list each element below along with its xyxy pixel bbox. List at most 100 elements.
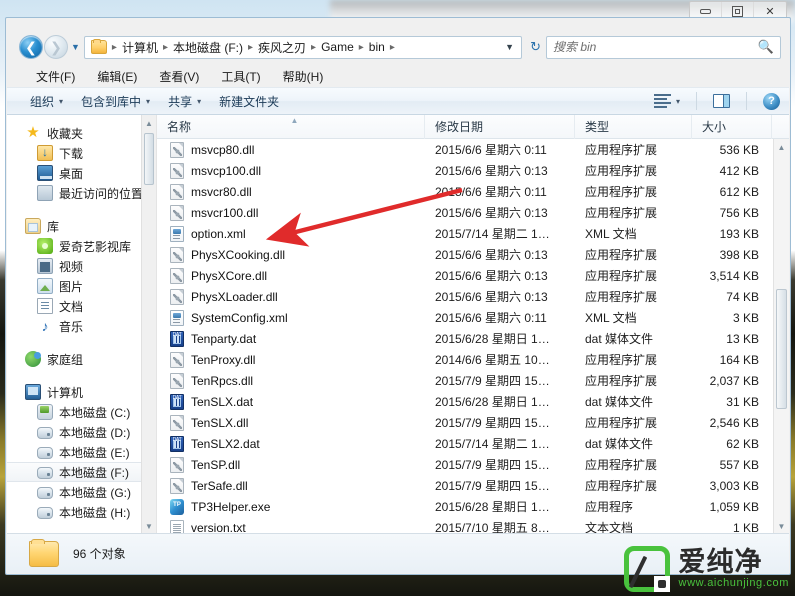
file-name-cell[interactable]: TenSLX.dll: [157, 414, 425, 431]
refresh-icon[interactable]: ↻: [528, 39, 546, 55]
folder-icon: [29, 538, 59, 567]
sidebar-item-favorites[interactable]: ★ 收藏夹: [7, 123, 156, 143]
preview-pane-button[interactable]: [704, 91, 739, 111]
file-name-cell[interactable]: TerSafe.dll: [157, 477, 425, 494]
sidebar-item-music[interactable]: ♪ 音乐: [7, 316, 156, 336]
breadcrumb-item-bin[interactable]: bin: [367, 40, 387, 54]
file-name-cell[interactable]: TP3Helper.exe: [157, 498, 425, 515]
homegroup-icon: [25, 351, 41, 367]
column-header-date[interactable]: 修改日期: [425, 115, 575, 139]
file-name-cell[interactable]: msvcr100.dll: [157, 204, 425, 221]
include-in-library-button[interactable]: 包含到库中 ▾: [72, 90, 159, 113]
table-row[interactable]: TenSLX2.dat 2015/7/14 星期二 1… dat 媒体文件 62 KB: [157, 433, 773, 454]
new-folder-button[interactable]: 新建文件夹: [210, 90, 288, 113]
column-header-type[interactable]: 类型: [575, 115, 692, 139]
sidebar-item-pictures[interactable]: 图片: [7, 276, 156, 296]
sidebar-item-documents[interactable]: 文档: [7, 296, 156, 316]
change-view-button[interactable]: ▾: [645, 91, 689, 111]
table-row[interactable]: TenSLX.dat 2015/6/28 星期日 1… dat 媒体文件 31 KB: [157, 391, 773, 412]
back-button[interactable]: ❮: [19, 35, 43, 59]
sidebar-item-desktop[interactable]: 桌面: [7, 163, 156, 183]
table-row[interactable]: option.xml 2015/7/14 星期二 1… XML 文档 193 KB: [157, 223, 773, 244]
menu-view[interactable]: 查看(V): [148, 66, 210, 87]
table-row[interactable]: PhysXLoader.dll 2015/6/6 星期六 0:13 应用程序扩展 74…: [157, 286, 773, 307]
table-row[interactable]: TenSLX.dll 2015/7/9 星期四 15… 应用程序扩展 2,546 KB: [157, 412, 773, 433]
column-header-size[interactable]: 大小: [692, 115, 772, 139]
table-row[interactable]: TP3Helper.exe 2015/6/28 星期日 1… 应用程序 1,059 K…: [157, 496, 773, 517]
sidebar-item-libraries[interactable]: 库: [7, 216, 156, 236]
search-input[interactable]: [553, 40, 758, 54]
history-dropdown-icon[interactable]: ▼: [71, 42, 80, 52]
file-name-cell[interactable]: TenSLX2.dat: [157, 435, 425, 452]
table-row[interactable]: msvcr100.dll 2015/6/6 星期六 0:13 应用程序扩展 756 K…: [157, 202, 773, 223]
file-name-cell[interactable]: msvcp80.dll: [157, 141, 425, 158]
chevron-down-icon[interactable]: ▼: [505, 42, 518, 52]
sidebar-item-downloads[interactable]: 下载: [7, 143, 156, 163]
search-box[interactable]: 🔍: [546, 35, 781, 59]
scrollbar-thumb[interactable]: [144, 133, 154, 185]
scroll-down-icon[interactable]: ▼: [774, 518, 789, 534]
breadcrumb-item-game[interactable]: Game: [319, 40, 356, 54]
table-row[interactable]: PhysXCooking.dll 2015/6/6 星期六 0:13 应用程序扩展 3…: [157, 244, 773, 265]
table-row[interactable]: TenProxy.dll 2014/6/6 星期五 10… 应用程序扩展 164 KB: [157, 349, 773, 370]
table-row[interactable]: Tenparty.dat 2015/6/28 星期日 1… dat 媒体文件 13 K…: [157, 328, 773, 349]
organize-button[interactable]: 组织 ▾: [21, 90, 72, 113]
file-name-cell[interactable]: PhysXCore.dll: [157, 267, 425, 284]
table-row[interactable]: PhysXCore.dll 2015/6/6 星期六 0:13 应用程序扩展 3,51…: [157, 265, 773, 286]
table-row[interactable]: version.txt 2015/7/10 星期五 8… 文本文档 1 KB: [157, 517, 773, 534]
file-name-cell[interactable]: PhysXCooking.dll: [157, 246, 425, 263]
breadcrumb[interactable]: ▸ 计算机 ▸ 本地磁盘 (F:) ▸ 疾风之刃 ▸ Game ▸ bin ▸ …: [83, 35, 523, 59]
sidebar-item-drive-g[interactable]: 本地磁盘 (G:): [7, 482, 156, 502]
sidebar-item-drive-c[interactable]: 本地磁盘 (C:): [7, 402, 156, 422]
file-name-cell[interactable]: option.xml: [157, 225, 425, 242]
sidebar-item-recent-places[interactable]: 最近访问的位置: [7, 183, 156, 203]
table-row[interactable]: TerSafe.dll 2015/7/9 星期四 15… 应用程序扩展 3,003 K…: [157, 475, 773, 496]
table-row[interactable]: TenRpcs.dll 2015/7/9 星期四 15… 应用程序扩展 2,037 K…: [157, 370, 773, 391]
scrollbar-thumb[interactable]: [776, 289, 787, 409]
forward-button[interactable]: ❯: [44, 35, 68, 59]
file-name-cell[interactable]: SystemConfig.xml: [157, 309, 425, 326]
menu-file[interactable]: 文件(F): [25, 66, 86, 87]
scroll-down-icon[interactable]: ▼: [142, 518, 156, 534]
dll-file-icon: [170, 372, 184, 389]
file-name-cell[interactable]: Tenparty.dat: [157, 330, 425, 347]
navigation-pane-scrollbar[interactable]: ▲ ▼: [141, 115, 156, 534]
column-header-name[interactable]: 名称 ▲: [157, 115, 425, 139]
table-row[interactable]: SystemConfig.xml 2015/6/6 星期六 0:11 XML 文档 3…: [157, 307, 773, 328]
file-name-cell[interactable]: msvcr80.dll: [157, 183, 425, 200]
table-row[interactable]: TenSP.dll 2015/7/9 星期四 15… 应用程序扩展 557 KB: [157, 454, 773, 475]
table-row[interactable]: msvcp80.dll 2015/6/6 星期六 0:11 应用程序扩展 536 KB: [157, 139, 773, 160]
file-name-cell[interactable]: TenSLX.dat: [157, 393, 425, 410]
sidebar-item-homegroup[interactable]: 家庭组: [7, 349, 156, 369]
menu-help[interactable]: 帮助(H): [272, 66, 335, 87]
sidebar-item-videos[interactable]: 视频: [7, 256, 156, 276]
back-arrow-icon: ❮: [25, 39, 37, 55]
sidebar-item-drive-h[interactable]: 本地磁盘 (H:): [7, 502, 156, 522]
breadcrumb-item-computer[interactable]: 计算机: [120, 39, 160, 56]
scroll-up-icon[interactable]: ▲: [774, 139, 789, 155]
help-button[interactable]: ?: [754, 90, 789, 113]
file-name-cell[interactable]: version.txt: [157, 519, 425, 534]
sidebar-item-drive-e[interactable]: 本地磁盘 (E:): [7, 442, 156, 462]
menu-edit[interactable]: 编辑(E): [86, 66, 148, 87]
breadcrumb-item-game-folder[interactable]: 疾风之刃: [256, 39, 308, 56]
file-list-scrollbar[interactable]: ▲ ▼: [773, 139, 789, 534]
sidebar-item-computer[interactable]: 计算机: [7, 382, 156, 402]
file-name-cell[interactable]: PhysXLoader.dll: [157, 288, 425, 305]
file-name-cell[interactable]: msvcp100.dll: [157, 162, 425, 179]
file-name-cell[interactable]: TenRpcs.dll: [157, 372, 425, 389]
breadcrumb-item-drive-f[interactable]: 本地磁盘 (F:): [171, 39, 245, 56]
sidebar-item-drive-d[interactable]: 本地磁盘 (D:): [7, 422, 156, 442]
scroll-up-icon[interactable]: ▲: [142, 115, 156, 131]
file-name-cell[interactable]: TenProxy.dll: [157, 351, 425, 368]
file-name: msvcp100.dll: [191, 163, 262, 178]
sidebar-item-iqiyi-library[interactable]: 爱奇艺影视库: [7, 236, 156, 256]
toolbar-divider: [746, 92, 747, 110]
file-name: TenRpcs.dll: [191, 373, 254, 388]
share-button[interactable]: 共享 ▾: [159, 90, 210, 113]
table-row[interactable]: msvcr80.dll 2015/6/6 星期六 0:11 应用程序扩展 612 KB: [157, 181, 773, 202]
sidebar-item-drive-f[interactable]: 本地磁盘 (F:): [7, 462, 156, 482]
table-row[interactable]: msvcp100.dll 2015/6/6 星期六 0:13 应用程序扩展 412 K…: [157, 160, 773, 181]
file-name-cell[interactable]: TenSP.dll: [157, 456, 425, 473]
menu-tools[interactable]: 工具(T): [210, 66, 271, 87]
